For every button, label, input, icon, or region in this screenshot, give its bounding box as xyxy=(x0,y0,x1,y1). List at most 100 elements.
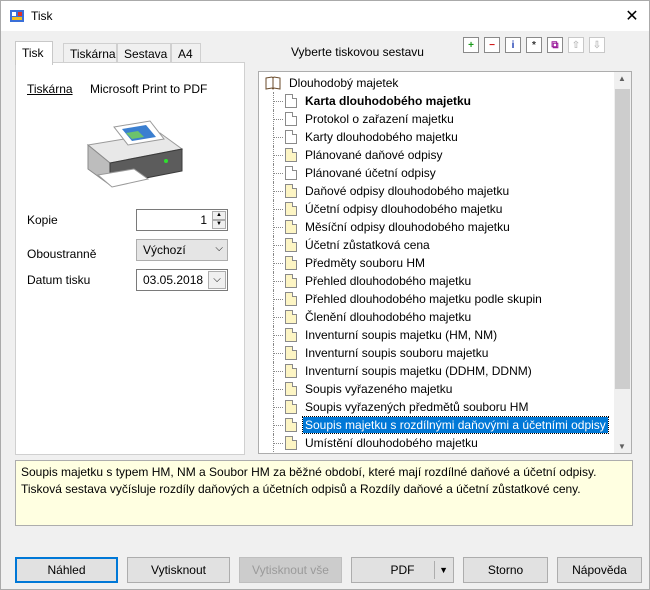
tree-connector xyxy=(265,146,285,164)
copies-stepper[interactable]: 1 ▲ ▼ xyxy=(136,209,228,231)
asterisk-icon[interactable]: * xyxy=(526,37,542,53)
tree-item-label: Předměty souboru HM xyxy=(305,256,426,270)
close-button[interactable]: ✕ xyxy=(615,1,649,31)
remove-icon[interactable]: − xyxy=(484,37,500,53)
document-icon xyxy=(285,310,297,324)
tab-tisk[interactable]: Tisk xyxy=(15,41,53,65)
tree-item-label: Účetní odpisy dlouhodobého majetku xyxy=(305,202,503,216)
document-icon xyxy=(285,238,297,252)
tree-connector xyxy=(265,218,285,236)
duplex-select[interactable]: Výchozí ⌵ xyxy=(136,239,228,261)
document-icon xyxy=(285,418,297,432)
tab-sestava[interactable]: Sestava xyxy=(117,43,171,63)
help-button[interactable]: Nápověda xyxy=(557,557,642,583)
document-icon xyxy=(285,328,297,342)
pdf-button-label: PDF xyxy=(390,563,415,577)
tree-connector xyxy=(265,362,285,380)
date-picker[interactable]: 03.05.2018 ⌵ xyxy=(136,269,228,291)
tree-connector xyxy=(265,200,285,218)
tree-item-label: Inventurní soupis souboru majetku xyxy=(305,346,489,360)
split-separator xyxy=(434,561,435,579)
tree-connector xyxy=(265,92,285,110)
document-icon xyxy=(285,130,297,144)
tree-item-label: Protokol o zařazení majetku xyxy=(305,112,454,126)
move-down-icon[interactable]: ⇩ xyxy=(589,37,605,53)
tree-root[interactable]: Dlouhodobý majetek xyxy=(265,74,400,92)
tree-item[interactable]: Inventurní soupis souboru majetku xyxy=(265,344,490,362)
tree-item[interactable]: Karty dlouhodobého majetku xyxy=(265,128,460,146)
tree-connector xyxy=(265,344,285,362)
report-description: Soupis majetku s typem HM, NM a Soubor H… xyxy=(15,460,633,526)
printer-label[interactable]: Tiskárna xyxy=(27,82,73,96)
scroll-thumb[interactable] xyxy=(615,89,630,389)
tree-item[interactable]: Účetní odpisy dlouhodobého majetku xyxy=(265,200,504,218)
tree-item[interactable]: Umístění dlouhodobého majetku xyxy=(265,434,480,452)
tree-item[interactable]: Protokol o zařazení majetku xyxy=(265,110,456,128)
print-all-button[interactable]: Vytisknout vše xyxy=(239,557,342,583)
chevron-down-icon: ⌵ xyxy=(215,243,223,254)
add-icon[interactable]: + xyxy=(463,37,479,53)
tab-a4[interactable]: A4 xyxy=(171,43,201,63)
document-icon xyxy=(285,94,297,108)
stepper-down-icon[interactable]: ▼ xyxy=(212,220,226,229)
tree-item[interactable]: Přehled dlouhodobého majetku podle skupi… xyxy=(265,290,544,308)
tree-item-label: Soupis majetku s rozdílnými daňovými a ú… xyxy=(302,416,609,434)
copy-icon[interactable]: ⧉ xyxy=(547,37,563,53)
stepper-up-icon[interactable]: ▲ xyxy=(212,211,226,220)
tree-item-label: Přehled dlouhodobého majetku xyxy=(305,274,472,288)
tree-item[interactable]: Karta dlouhodobého majetku xyxy=(265,92,473,110)
tree-item[interactable]: Přehled dlouhodobého majetku xyxy=(265,272,473,290)
tree-item[interactable]: Inventurní soupis majetku (DDHM, DDNM) xyxy=(265,362,534,380)
tree-item-label: Inventurní soupis majetku (DDHM, DDNM) xyxy=(305,364,532,378)
scroll-up-icon[interactable]: ▲ xyxy=(618,74,626,83)
tree-item-label: Karty dlouhodobého majetku xyxy=(305,130,458,144)
tab-tiskarna[interactable]: Tiskárna xyxy=(63,43,117,63)
preview-button[interactable]: Náhled xyxy=(15,557,118,583)
tree-item-label: Plánované daňové odpisy xyxy=(305,148,443,162)
tree-item[interactable]: Plánované účetní odpisy xyxy=(265,164,438,182)
document-icon xyxy=(285,364,297,378)
duplex-value: Výchozí xyxy=(143,243,186,257)
document-icon xyxy=(285,202,297,216)
duplex-label: Oboustranně xyxy=(27,247,97,261)
cancel-button[interactable]: Storno xyxy=(463,557,548,583)
print-button[interactable]: Vytisknout xyxy=(127,557,230,583)
tree-scrollbar[interactable]: ▲ ▼ xyxy=(614,72,631,453)
title-bar: Tisk ✕ xyxy=(1,1,649,31)
tree-item[interactable]: Soupis vyřazených předmětů souboru HM xyxy=(265,398,530,416)
tree-item[interactable]: Měsíční odpisy dlouhodobého majetku xyxy=(265,218,512,236)
document-icon xyxy=(285,274,297,288)
description-line-2: Tisková sestava vyčísluje rozdíly daňový… xyxy=(21,482,581,496)
print-dialog: Tisk ✕ Tisk Tiskárna Sestava A4 Tiskárna… xyxy=(0,0,650,590)
tree-item-label: Soupis vyřazených předmětů souboru HM xyxy=(305,400,529,414)
tree-item[interactable]: Daňové odpisy dlouhodobého majetku xyxy=(265,182,511,200)
document-icon xyxy=(285,382,297,396)
stepper-arrows: ▲ ▼ xyxy=(212,211,226,229)
document-icon xyxy=(285,400,297,414)
tree-item[interactable]: Předměty souboru HM xyxy=(265,254,427,272)
report-tree[interactable]: Dlouhodobý majetek Karta dlouhodobého ma… xyxy=(258,71,632,454)
tree-item[interactable]: Plánované daňové odpisy xyxy=(265,146,444,164)
document-icon xyxy=(285,166,297,180)
tree-connector xyxy=(265,326,285,344)
tree-item[interactable]: Členění dlouhodobého majetku xyxy=(265,308,473,326)
tree-connector xyxy=(265,128,285,146)
scroll-down-icon[interactable]: ▼ xyxy=(618,442,626,451)
pdf-button[interactable]: PDF ▼ xyxy=(351,557,454,583)
tree-item[interactable]: Soupis majetku s rozdílnými daňovými a ú… xyxy=(265,416,609,434)
calendar-dropdown-icon[interactable]: ⌵ xyxy=(208,271,226,289)
tree-item-label: Plánované účetní odpisy xyxy=(305,166,436,180)
copies-label: Kopie xyxy=(27,213,58,227)
dropdown-arrow-icon[interactable]: ▼ xyxy=(439,558,448,582)
close-icon: ✕ xyxy=(625,8,639,25)
tree-item[interactable]: Účetní zůstatková cena xyxy=(265,236,432,254)
tree-item-label: Členění dlouhodobého majetku xyxy=(305,310,472,324)
tree-connector xyxy=(265,164,285,182)
tree-item[interactable]: Soupis vyřazeného majetku xyxy=(265,380,454,398)
info-icon[interactable]: i xyxy=(505,37,521,53)
move-up-icon[interactable]: ⇧ xyxy=(568,37,584,53)
date-label: Datum tisku xyxy=(27,273,91,287)
tree-connector xyxy=(265,398,285,416)
tree-item[interactable]: Inventurní soupis majetku (HM, NM) xyxy=(265,326,499,344)
tree-connector xyxy=(265,290,285,308)
